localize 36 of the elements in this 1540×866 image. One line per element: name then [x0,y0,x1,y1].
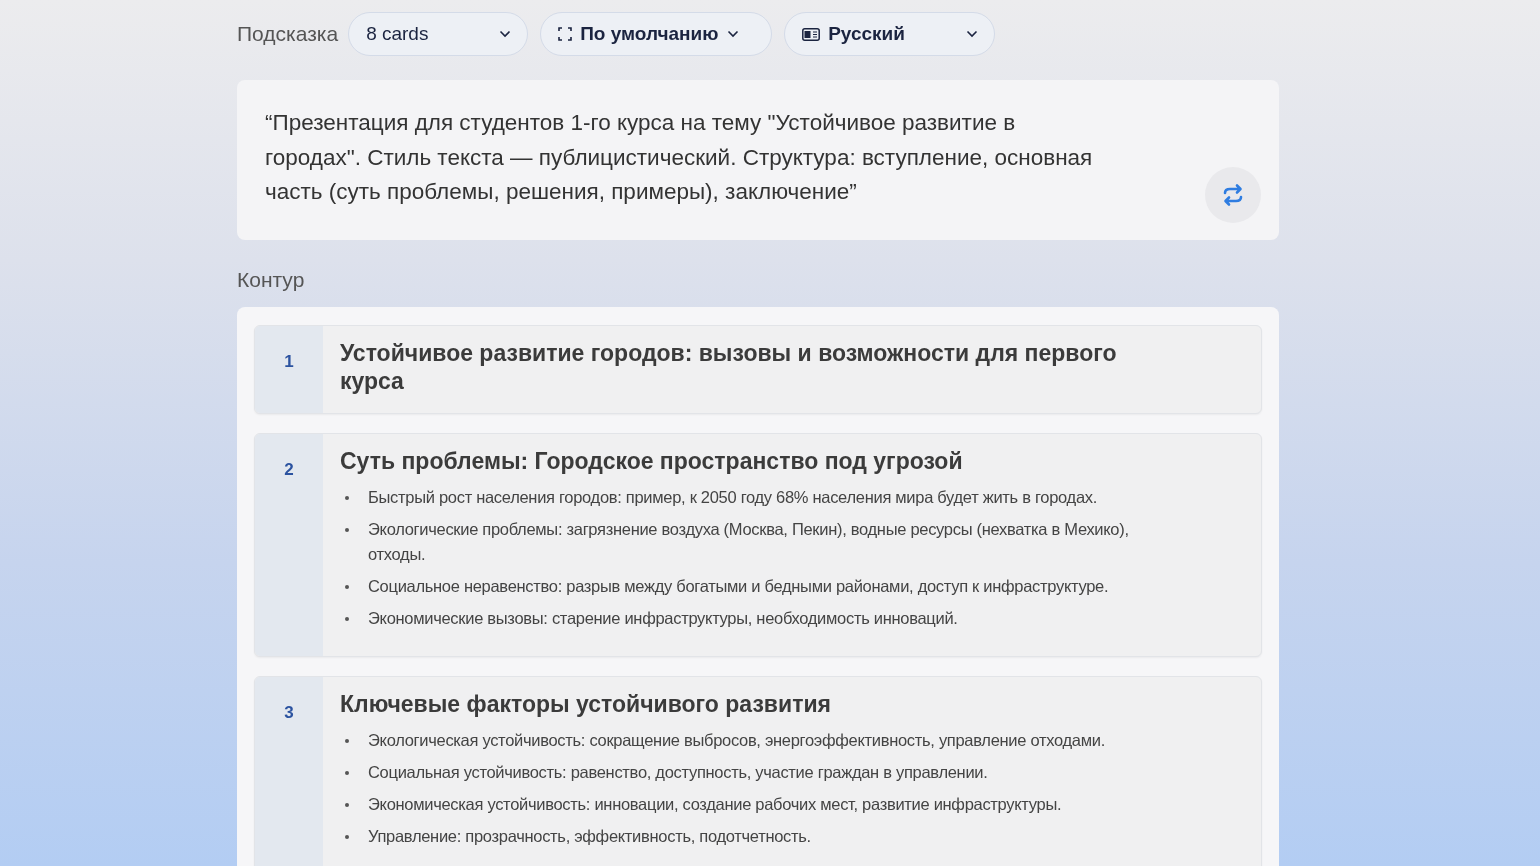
slide-card[interactable] [254,433,1262,657]
bullet-icon [345,585,349,589]
slide-card[interactable] [254,676,1262,866]
prompt-label: Подсказка [237,22,339,46]
dropdown[interactable]: Русский [784,12,996,56]
bullet-text: Экономическая устойчивость: инновации, создание рабочих мест, развитие инфраструктуры. [368,794,1062,815]
prompt-text: “Презентация для студентов 1-го курса на тему "Устойчивое развитие в городах". Стиль текста — публицистический. Структура: вступление, основная часть (суть проблемы, решения, примеры), заключение” [265,109,1094,206]
slide-title: Ключевые факторы устойчивого развития [340,690,832,718]
bullet-text: Экономические вызовы: старение инфраструктуры, необходимость инноваций. [368,608,958,629]
bullet-icon [345,835,349,839]
caret-icon [499,30,512,38]
bullet-text: Быстрый рост населения городов: пример, к 2050 году 68% населения мира будет жить в городах. [368,487,1097,508]
bullet-text: Экологические проблемы: загрязнение воздуха (Москва, Пекин), водные ресурсы (нехватка в Мехико), отходы. [368,519,1130,565]
dropdown[interactable]: По умолчанию [540,12,773,56]
bullet-text: Социальное неравенство: разрыв между богатыми и бедными районами, доступ к инфраструктуре. [368,576,1109,597]
outline-heading: Контур [237,268,306,293]
bullet-icon [345,617,349,621]
bullet-icon [345,771,349,775]
language-icon [802,27,821,41]
bullet-icon [345,528,349,532]
slide-title: Суть проблемы: Городское пространство под угрозой [340,447,964,475]
bullet-icon [345,803,349,807]
slide-number: 1 [255,326,323,413]
bullet-text: Управление: прозрачность, эффективность, подотчетность. [368,826,811,847]
frame-icon [558,27,573,41]
bullet-icon [345,739,349,743]
caret-icon [966,30,979,38]
slide-title: Устойчивое развитие городов: вызовы и возможности для первого курса [340,339,1118,395]
slide-card[interactable]: 1 Устойчивое развитие городов: вызовы и возможности для первого курса [254,325,1262,414]
slide-number: 2 [255,434,323,656]
slide-number: 3 [255,677,323,866]
dropdown[interactable]: 8 cards [348,12,529,56]
bullet-text: Социальная устойчивость: равенство, доступность, участие граждан в управлении. [368,762,988,783]
caret-icon [726,30,739,38]
bullet-text: Экологическая устойчивость: сокращение выбросов, энергоэффективность, управление отходами. [368,730,1105,751]
bullet-icon [345,496,349,500]
